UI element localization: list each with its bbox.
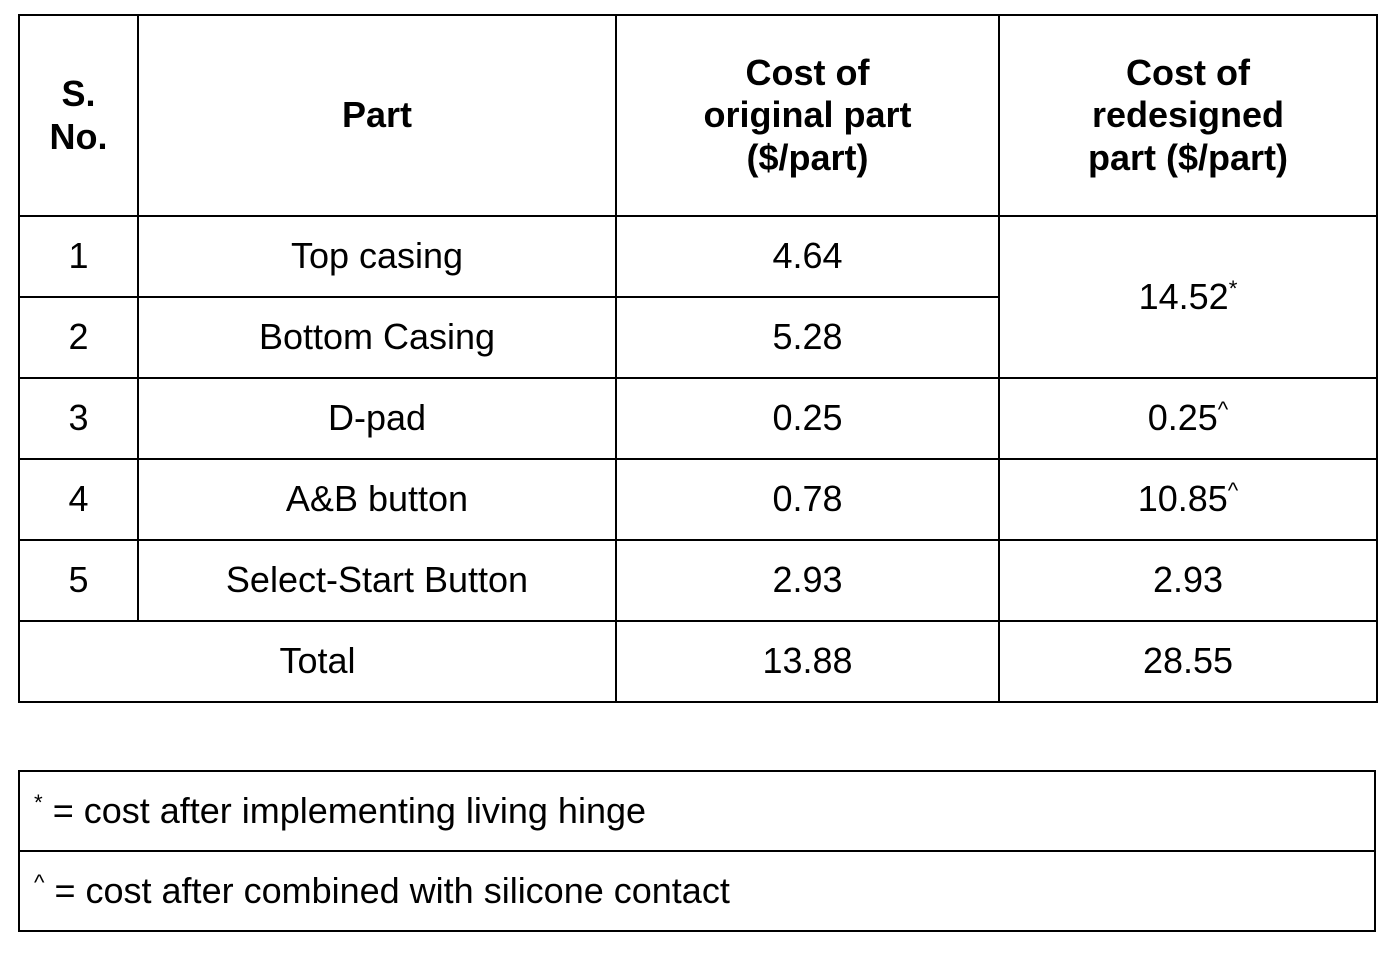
cell-part-name: Bottom Casing — [137, 296, 617, 379]
table-row: 4 A&B button 0.78 10.85^ — [18, 458, 1378, 541]
table-row: 5 Select-Start Button 2.93 2.93 — [18, 539, 1378, 622]
cell-total-redesigned-cost: 28.55 — [998, 620, 1378, 703]
cell-redesigned-cost: 0.25^ — [998, 377, 1378, 460]
cell-redesigned-cost: 10.85^ — [998, 458, 1378, 541]
header-redes-line3: part ($/part) — [1087, 136, 1289, 178]
header-row: S. No. Part Cost of original part ($/par… — [18, 14, 1378, 217]
header-orig-line1: Cost of — [745, 52, 870, 94]
cell-part-name: Select-Start Button — [137, 539, 617, 622]
cell-total-original-cost: 13.88 — [615, 620, 1000, 703]
redesigned-value: 0.25 — [1147, 397, 1218, 439]
table-page: S. No. Part Cost of original part ($/par… — [0, 0, 1395, 955]
legend-cell-caret: ^ = cost after combined with silicone co… — [18, 850, 1376, 932]
legend-row: ^ = cost after combined with silicone co… — [18, 850, 1376, 932]
cell-original-cost: 2.93 — [615, 539, 1000, 622]
total-row: Total 13.88 28.55 — [18, 620, 1378, 703]
cell-original-cost: 4.64 — [615, 215, 1000, 298]
header-sno-line2: No. — [49, 115, 108, 157]
header-sno-line1: S. — [61, 73, 96, 115]
cell-serial-number: 2 — [18, 296, 139, 379]
footnote-marker-caret: ^ — [1217, 397, 1229, 423]
redesigned-value: 14.52 — [1138, 275, 1229, 317]
cell-serial-number: 5 — [18, 539, 139, 622]
cost-table-container: S. No. Part Cost of original part ($/par… — [18, 14, 1378, 703]
column-header-serial-number: S. No. — [18, 14, 139, 217]
cell-part-name: Top casing — [137, 215, 617, 298]
footnote-marker-caret: ^ — [1227, 478, 1239, 504]
header-orig-line2: original part — [703, 94, 912, 136]
cell-serial-number: 3 — [18, 377, 139, 460]
column-header-redesigned-cost: Cost of redesigned part ($/part) — [998, 14, 1378, 217]
cell-part-name: A&B button — [137, 458, 617, 541]
column-header-original-cost: Cost of original part ($/part) — [615, 14, 1000, 217]
cell-serial-number: 4 — [18, 458, 139, 541]
cell-original-cost: 0.25 — [615, 377, 1000, 460]
footnote-marker-caret: ^ — [34, 870, 45, 896]
table-row: 1 Top casing 4.64 14.52* — [18, 215, 1378, 379]
legend-text: = cost after combined with silicone cont… — [44, 870, 730, 912]
cell-serial-number: 1 — [18, 215, 139, 298]
table-body: 1 Top casing 4.64 14.52* 2 Bottom Casing… — [18, 215, 1378, 703]
legend-row: * = cost after implementing living hinge — [18, 770, 1376, 852]
header-redes-line1: Cost of — [1126, 52, 1250, 94]
redesigned-value: 10.85 — [1137, 478, 1228, 520]
legend-cell-asterisk: * = cost after implementing living hinge — [18, 770, 1376, 852]
cell-part-name: D-pad — [137, 377, 617, 460]
table-row: 3 D-pad 0.25 0.25^ — [18, 377, 1378, 460]
table-header: S. No. Part Cost of original part ($/par… — [18, 14, 1378, 217]
legend-container: * = cost after implementing living hinge… — [18, 770, 1376, 932]
header-redes-line2: redesigned — [1091, 94, 1285, 136]
header-orig-line3: ($/part) — [746, 136, 869, 178]
part-cost-comparison-table: S. No. Part Cost of original part ($/par… — [18, 14, 1378, 703]
cell-original-cost: 0.78 — [615, 458, 1000, 541]
legend-text: = cost after implementing living hinge — [42, 790, 647, 832]
footnote-marker-asterisk: * — [34, 790, 43, 816]
cell-redesigned-cost: 2.93 — [998, 539, 1378, 622]
footnote-marker-asterisk: * — [1228, 275, 1238, 301]
footnote-legend-table: * = cost after implementing living hinge… — [18, 770, 1376, 932]
column-header-part: Part — [137, 14, 617, 217]
cell-total-label: Total — [18, 620, 617, 703]
cell-original-cost: 5.28 — [615, 296, 1000, 379]
cell-redesigned-cost-merged: 14.52* — [998, 215, 1378, 379]
